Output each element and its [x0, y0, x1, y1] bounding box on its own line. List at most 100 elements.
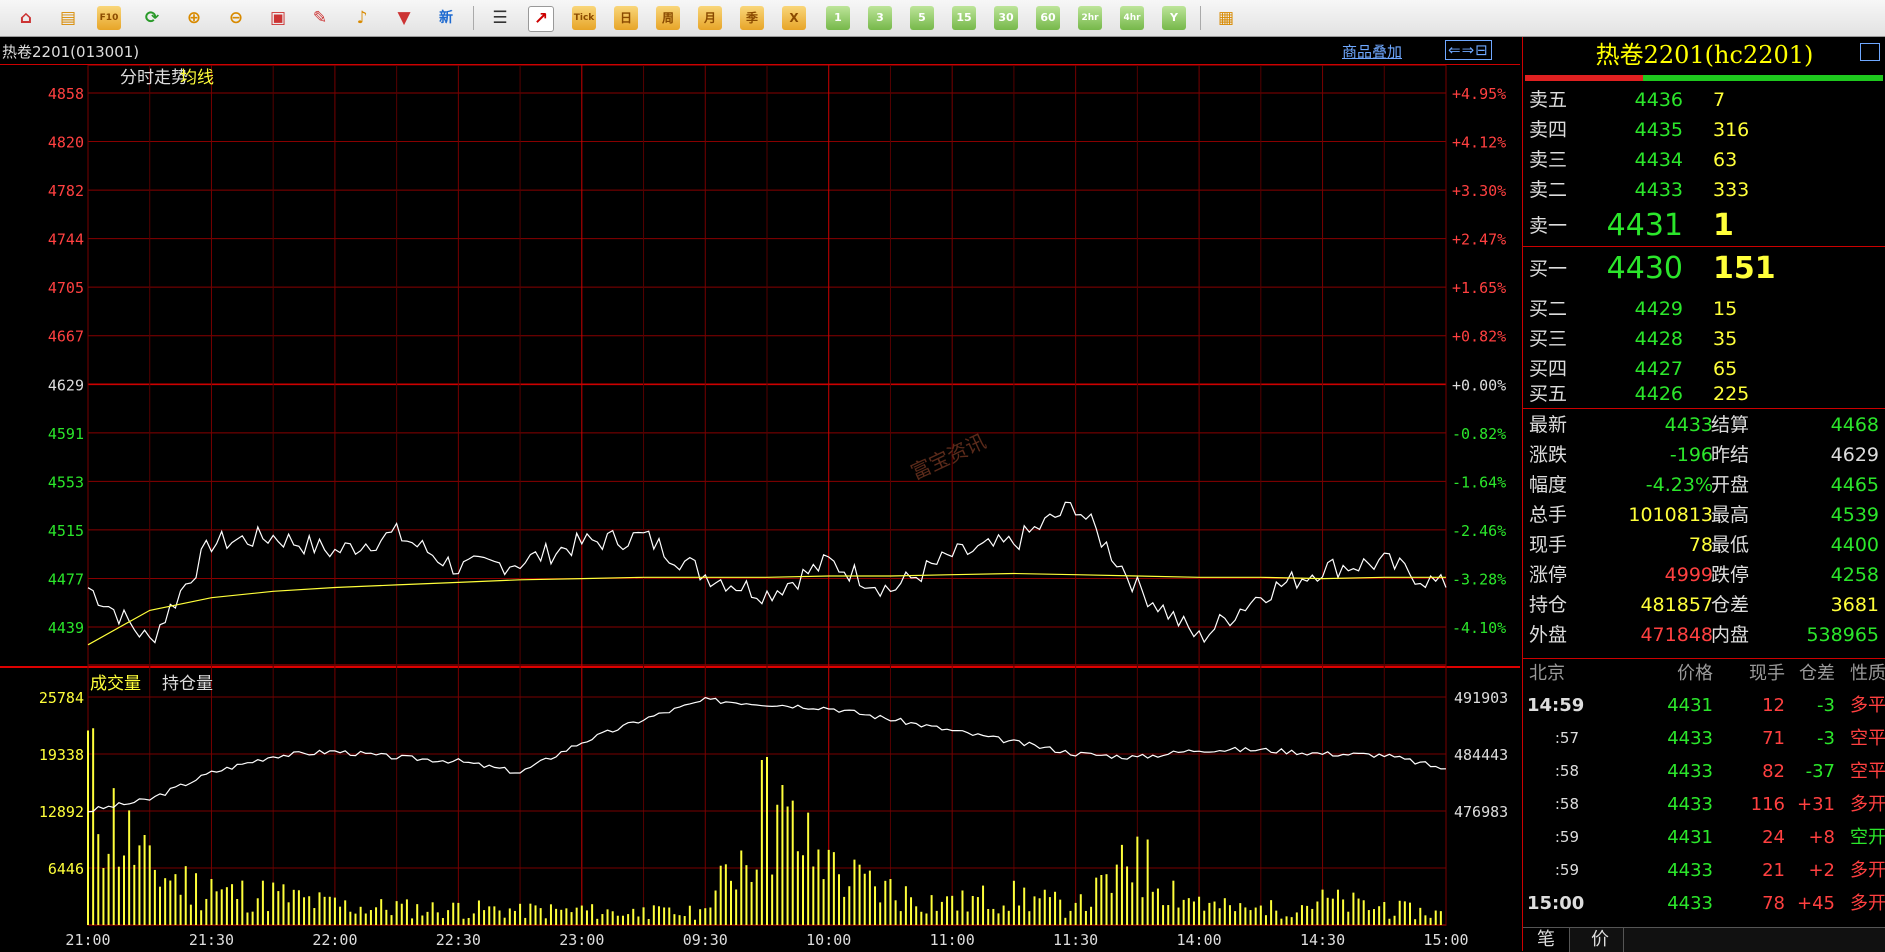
- percent-tick-label: -2.46%: [1452, 522, 1506, 540]
- percent-tick-label: +4.12%: [1452, 134, 1506, 152]
- min5-button[interactable]: 5: [910, 6, 934, 30]
- f10-button[interactable]: F10: [97, 6, 121, 30]
- price-tick-label: 4515: [48, 522, 84, 540]
- news-icon[interactable]: 新: [434, 6, 458, 30]
- time-tick-label: 21:30: [189, 931, 234, 949]
- hr4-button[interactable]: 4hr: [1120, 6, 1144, 30]
- overlay-link[interactable]: 商品叠加: [1342, 41, 1402, 62]
- min15-button[interactable]: 15: [952, 6, 976, 30]
- ask-level-row: 卖五 4436 7: [1529, 89, 1726, 111]
- intraday-chart-icon[interactable]: ↗: [528, 6, 554, 32]
- time-tick-label: 11:00: [930, 931, 975, 949]
- oi-tick-label: 476983: [1454, 803, 1508, 821]
- volume-panel-title: 成交量: [90, 674, 141, 694]
- tick-row: :59 4433 21 +2 多开: [1554, 860, 1885, 881]
- price-tick-label: 4667: [48, 328, 84, 346]
- price-panel-title: 分时走势: [120, 68, 188, 88]
- min3-button[interactable]: 3: [868, 6, 892, 30]
- time-tick-label: 14:00: [1177, 931, 1222, 949]
- open-interest-title: 持仓量: [162, 674, 213, 694]
- toolbar: ⌂ ▤ F10 ⟳ ⊕ ⊖ ▣ ✎ ♪ ▼ 新 ☰ ↗ Tick 日 周 月 季…: [0, 0, 1885, 37]
- zoom-in-icon[interactable]: ⊕: [182, 6, 206, 30]
- tick-button[interactable]: Tick: [572, 6, 596, 30]
- price-tick-label: 4439: [48, 619, 84, 637]
- min1-button[interactable]: 1: [826, 6, 850, 30]
- ask-level-row: 卖四 4435 316: [1529, 119, 1750, 141]
- min30-button[interactable]: 30: [994, 6, 1018, 30]
- time-tick-label: 23:00: [559, 931, 604, 949]
- ask-level-row: 卖三 4434 63: [1529, 149, 1738, 171]
- stat-row: 最新 4433 结算 4468: [1529, 414, 1879, 436]
- price-tick-label: 4744: [48, 231, 84, 249]
- volume-tick-label: 6446: [48, 860, 84, 878]
- time-tick-label: 15:00: [1423, 931, 1468, 949]
- refresh-icon[interactable]: ⟳: [140, 6, 164, 30]
- volume-tick-label: 12892: [39, 803, 84, 821]
- price-tick-label: 4591: [48, 425, 84, 443]
- price-tick-label: 4629: [48, 376, 84, 394]
- bid-ask-ratio-bar: [1525, 75, 1883, 81]
- maximize-icon[interactable]: [1860, 43, 1880, 61]
- ask-level-row: 卖一 4431 1: [1529, 208, 1734, 243]
- tick-row: :58 4433 82 -37 空平: [1554, 761, 1885, 782]
- volume-tick-label: 19338: [39, 746, 84, 764]
- ticks-header: 北京 价格 现手 仓差 性质: [1529, 663, 1885, 684]
- tick-row: :57 4433 71 -3 空平: [1554, 728, 1885, 749]
- oi-tick-label: 491903: [1454, 689, 1508, 707]
- percent-tick-label: -0.82%: [1452, 425, 1506, 443]
- pencil-icon[interactable]: ✎: [308, 6, 332, 30]
- ask-level-row: 卖二 4433 333: [1529, 179, 1750, 201]
- tab-trades[interactable]: 笔: [1523, 928, 1570, 952]
- volume-tick-label: 25784: [39, 689, 84, 707]
- percent-tick-label: -1.64%: [1452, 473, 1506, 491]
- tab-price[interactable]: 价: [1577, 928, 1624, 952]
- time-tick-label: 21:00: [65, 931, 110, 949]
- season-button[interactable]: 季: [740, 6, 764, 30]
- intraday-chart[interactable]: 4858 +4.95% 4820 +4.12% 4782 +3.30% 4744 +2.47%…: [0, 65, 1520, 951]
- hr2-button[interactable]: 2hr: [1078, 6, 1102, 30]
- month-button[interactable]: 月: [698, 6, 722, 30]
- year-button[interactable]: Y: [1162, 6, 1186, 30]
- price-tick-label: 4820: [48, 134, 84, 152]
- book-icon[interactable]: ▤: [56, 6, 80, 30]
- window-icon[interactable]: ▣: [266, 6, 290, 30]
- tick-tabs: 笔 价: [1523, 927, 1885, 952]
- percent-tick-label: -4.10%: [1452, 619, 1506, 637]
- day-button[interactable]: 日: [614, 6, 638, 30]
- bid-level-row: 买二 4429 15: [1529, 298, 1738, 320]
- stat-row: 现手 78 最低 4400: [1529, 534, 1879, 556]
- oi-tick-label: 484443: [1454, 746, 1508, 764]
- price-tick-label: 4858: [48, 85, 84, 103]
- time-tick-label: 09:30: [683, 931, 728, 949]
- week-button[interactable]: 周: [656, 6, 680, 30]
- time-tick-label: 10:00: [806, 931, 851, 949]
- home-icon[interactable]: ⌂: [14, 6, 38, 30]
- window-layout-icons[interactable]: ⇐⇒⊟: [1445, 40, 1492, 60]
- quote-panel: 热卷2201(hc2201) 卖五 4436 7 卖四 4435 316 卖三 4434 63 卖…: [1522, 37, 1885, 952]
- tick-row: :58 4433 116 +31 多开: [1554, 794, 1885, 815]
- stat-row: 涨跌 -196 昨结 4629: [1529, 444, 1879, 466]
- min60-button[interactable]: 60: [1036, 6, 1060, 30]
- time-tick-label: 22:00: [312, 931, 357, 949]
- percent-tick-label: +2.47%: [1452, 231, 1506, 249]
- stat-row: 总手 1010813 最高 4539: [1529, 504, 1879, 526]
- stat-row: 幅度 -4.23% 开盘 4465: [1529, 474, 1879, 496]
- percent-tick-label: +4.95%: [1452, 85, 1506, 103]
- percent-tick-label: +0.82%: [1452, 328, 1506, 346]
- stat-row: 外盘 471848 内盘 538965: [1529, 624, 1879, 646]
- stat-row: 涨停 4999 跌停 4258: [1529, 564, 1879, 586]
- price-tick-label: 4477: [48, 570, 84, 588]
- x-button[interactable]: X: [782, 6, 806, 30]
- zoom-out-icon[interactable]: ⊖: [224, 6, 248, 30]
- calendar-icon[interactable]: ▦: [1214, 6, 1238, 30]
- percent-tick-label: +0.00%: [1452, 376, 1506, 394]
- bell-icon[interactable]: ♪: [350, 6, 374, 30]
- tick-row: 15:00 4433 78 +45 多开: [1527, 893, 1885, 914]
- price-tick-label: 4782: [48, 182, 84, 200]
- filter-icon[interactable]: ▼: [392, 6, 416, 30]
- table-icon[interactable]: ☰: [488, 6, 512, 30]
- tick-row: :59 4431 24 +8 空开: [1554, 827, 1885, 848]
- bid-level-row: 买三 4428 35: [1529, 328, 1738, 350]
- percent-tick-label: -3.28%: [1452, 570, 1506, 588]
- symbol-label: 热卷2201(013001): [2, 43, 140, 61]
